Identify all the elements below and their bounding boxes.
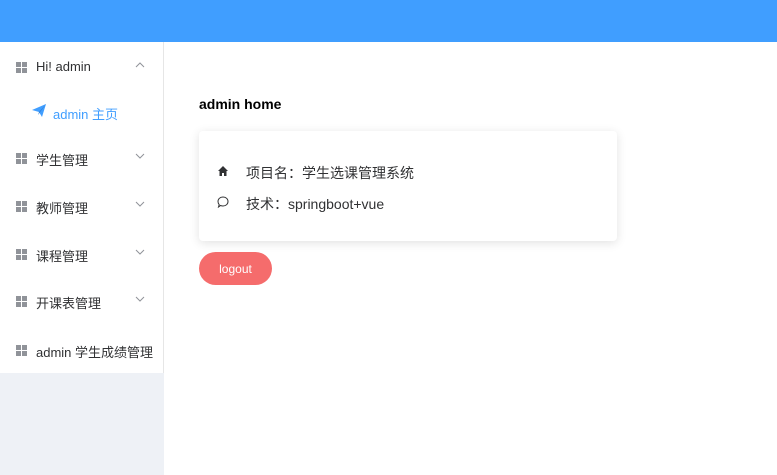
sidebar-item-teacher-management[interactable]: 教师管理 [0, 182, 163, 230]
sidebar-item-label: 开课表管理 [36, 296, 102, 311]
sidebar-menu: Hi! admin admin 主页 学生管理 教师管理 课程管理 开课表管理 [0, 42, 164, 373]
sidebar-item-course-management[interactable]: 课程管理 [0, 230, 163, 278]
chevron-down-icon [135, 249, 145, 255]
grid-icon [16, 249, 27, 260]
page-title: admin home [199, 96, 282, 112]
chevron-down-icon [135, 296, 145, 302]
tech-stack-text: 技术：springboot+vue [246, 196, 385, 212]
sidebar-subitem-label: admin 主页 [53, 107, 119, 122]
sidebar-item-label: 学生管理 [36, 153, 89, 168]
chevron-down-icon [135, 153, 145, 159]
sidebar-item-hi-admin[interactable]: Hi! admin [0, 43, 163, 91]
grid-icon [16, 296, 27, 307]
grid-icon [16, 345, 27, 356]
sidebar-item-label: 教师管理 [36, 201, 89, 216]
info-card: 项目名：学生选课管理系统 技术：springboot+vue [199, 131, 617, 241]
grid-icon [16, 201, 27, 212]
logout-button[interactable]: logout [199, 252, 272, 285]
sidebar-item-course-schedule-management[interactable]: 开课表管理 [0, 277, 163, 325]
grid-icon [16, 153, 27, 164]
sidebar-item-grade-management[interactable]: admin 学生成绩管理 [0, 326, 163, 374]
sidebar: Hi! admin admin 主页 学生管理 教师管理 课程管理 开课表管理 [0, 42, 164, 475]
top-header-bar [0, 0, 777, 42]
chevron-up-icon [135, 62, 145, 68]
sidebar-item-label: 课程管理 [36, 249, 89, 264]
sidebar-item-student-management[interactable]: 学生管理 [0, 134, 163, 182]
sidebar-item-label: admin 学生成绩管理 [36, 345, 154, 360]
chat-bubble-icon [217, 196, 229, 208]
home-icon [218, 166, 228, 176]
chevron-down-icon [135, 201, 145, 207]
sidebar-subitem-admin-home[interactable]: admin 主页 [0, 88, 163, 132]
paper-plane-icon [32, 104, 46, 117]
sidebar-item-label: Hi! admin [36, 59, 91, 74]
project-name-text: 项目名：学生选课管理系统 [246, 165, 414, 181]
grid-icon [16, 62, 27, 73]
